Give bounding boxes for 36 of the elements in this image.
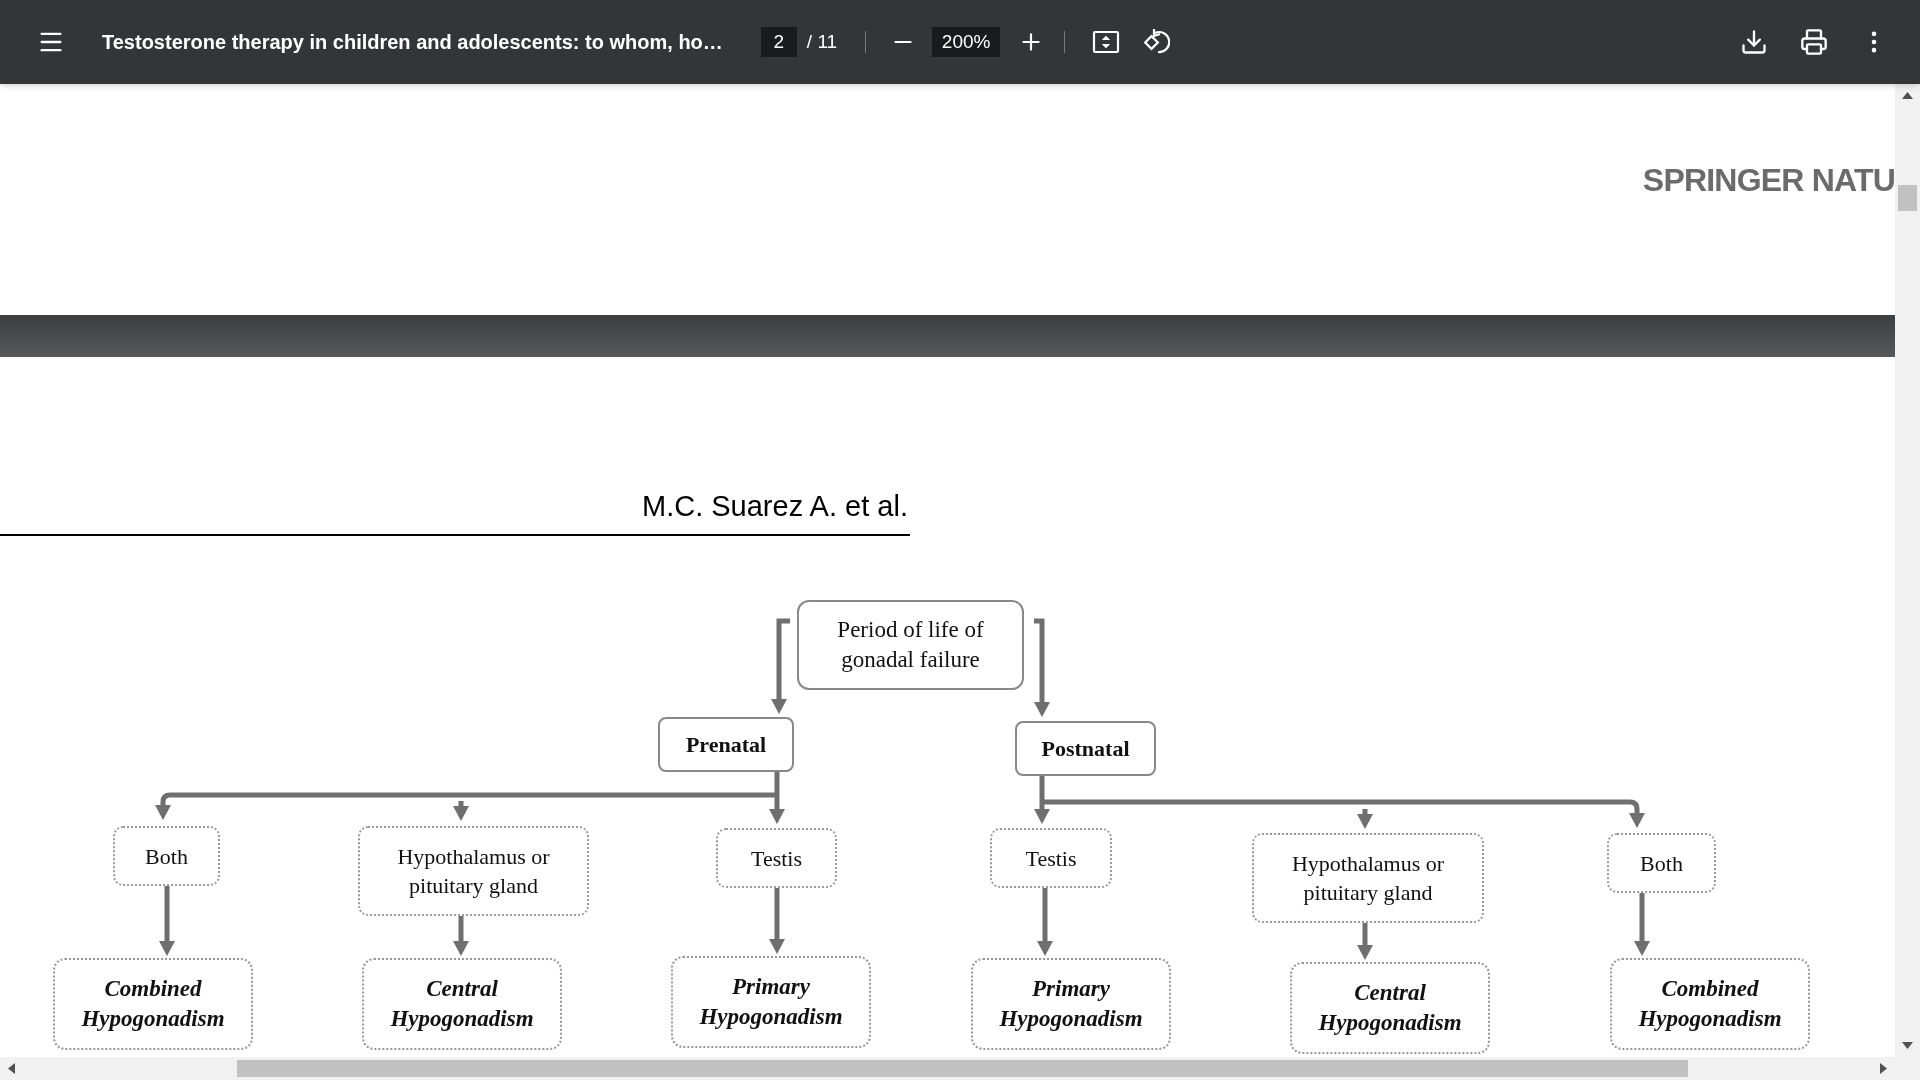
- flowchart-node: Testis: [716, 828, 837, 888]
- flowchart-node: Both: [1607, 833, 1716, 893]
- flowchart-node: Period of life of gonadal failure: [797, 600, 1024, 690]
- flowchart-node: Prenatal: [658, 717, 794, 772]
- horizontal-scrollbar[interactable]: [0, 1057, 1920, 1080]
- page-count: / 11: [806, 29, 838, 54]
- page-number-field[interactable]: 2: [760, 27, 797, 57]
- document-title: Testosterone therapy in children and adolescents: to whom, ho…: [102, 30, 723, 55]
- scroll-down-icon[interactable]: [1902, 1042, 1913, 1049]
- vertical-scrollbar[interactable]: [1895, 84, 1920, 1057]
- connector-arrow: [1357, 923, 1373, 960]
- connector-arrow: [159, 886, 175, 956]
- flowchart-node: Combined Hypogonadism: [1610, 958, 1810, 1050]
- connector-arrow: [1634, 893, 1650, 956]
- flowchart-node: Central Hypogonadism: [1290, 962, 1490, 1054]
- scrollbar-thumb[interactable]: [1898, 185, 1917, 211]
- connector-arrow: [1037, 888, 1053, 956]
- flowchart-node: Combined Hypogonadism: [53, 958, 253, 1050]
- connector-arrow: [453, 916, 469, 956]
- zoom-field[interactable]: 200%: [932, 27, 1001, 57]
- running-header: M.C. Suarez A. et al.: [642, 489, 908, 524]
- publisher-logo: SPRINGER NATU: [1642, 161, 1895, 200]
- flowchart-node: Postnatal: [1015, 721, 1156, 776]
- scroll-up-icon[interactable]: [1902, 92, 1913, 99]
- scroll-left-icon[interactable]: [8, 1063, 15, 1074]
- print-icon[interactable]: [1798, 26, 1830, 58]
- flowchart-node: Hypothalamus or pituitary gland: [358, 826, 589, 916]
- flowchart-node: Both: [113, 826, 220, 886]
- flowchart-node: Hypothalamus or pituitary gland: [1252, 833, 1484, 923]
- flowchart-node: Primary Hypogonadism: [971, 958, 1171, 1050]
- connector-arrow: [769, 888, 785, 954]
- flowchart-node: Testis: [990, 828, 1112, 888]
- flowchart-node: Primary Hypogonadism: [671, 956, 871, 1048]
- flowchart-node: Central Hypogonadism: [362, 958, 562, 1050]
- scroll-right-icon[interactable]: [1880, 1063, 1887, 1074]
- scrollbar-thumb[interactable]: [237, 1060, 1688, 1077]
